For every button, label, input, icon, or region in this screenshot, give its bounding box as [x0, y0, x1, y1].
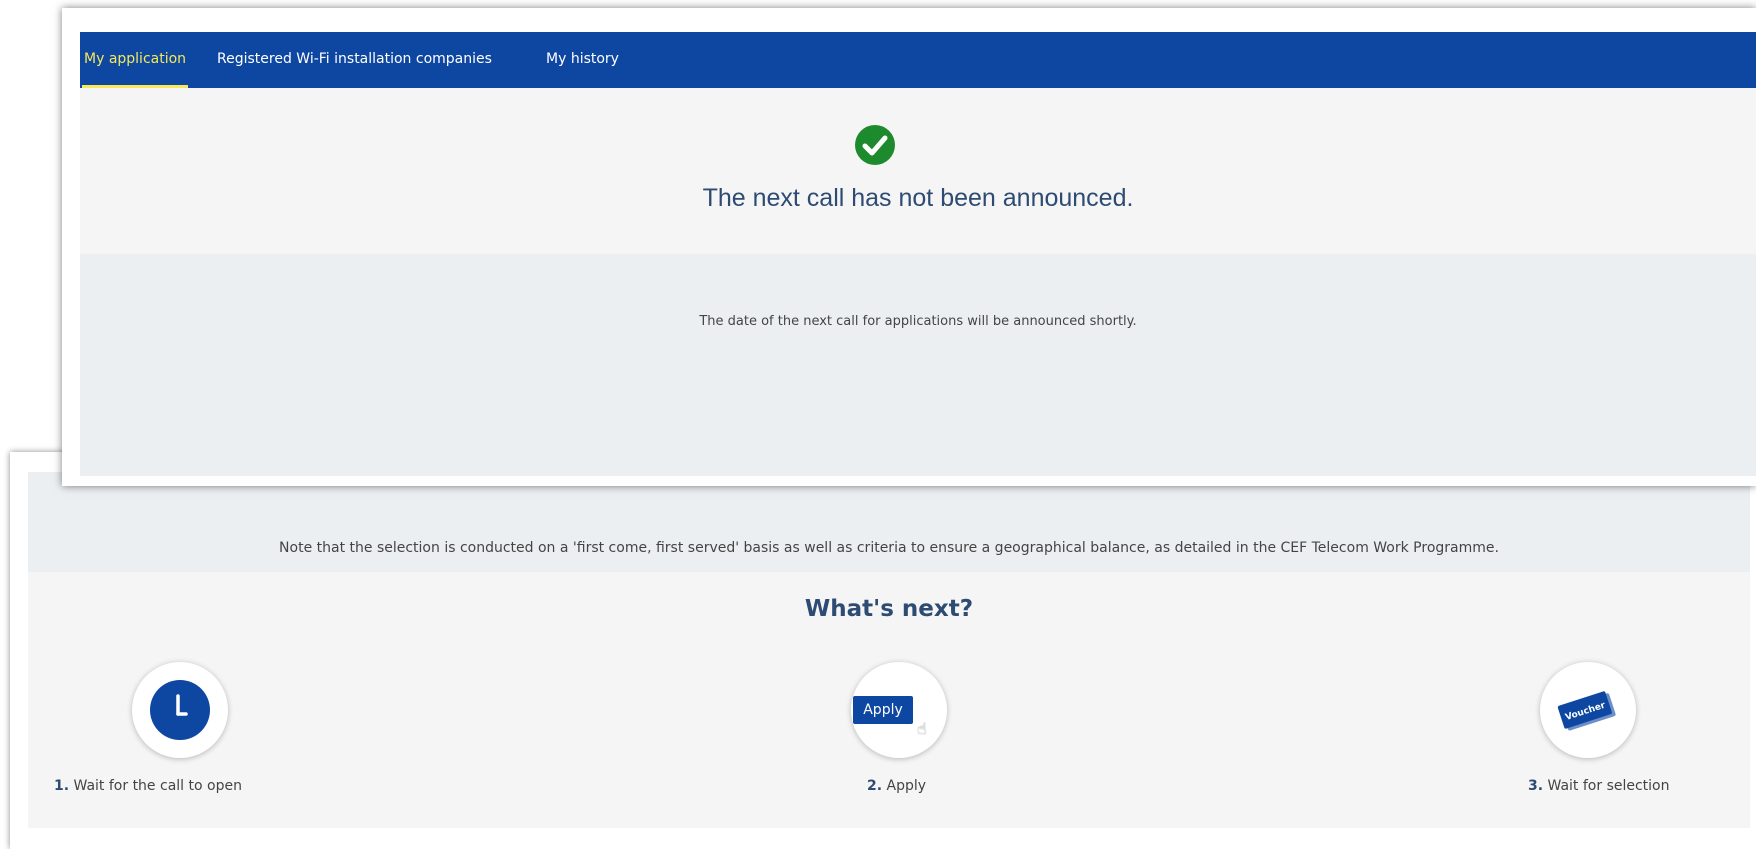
info-section: The date of the next call for applicatio…	[80, 254, 1756, 476]
hand-cursor-icon: ☝	[917, 719, 927, 738]
voucher-icon: Voucher	[1540, 662, 1636, 758]
step-3-label: 3. Wait for selection	[1528, 778, 1670, 794]
check-circle-icon	[855, 125, 895, 165]
step-2-label: 2. Apply	[867, 778, 927, 794]
info-text: The date of the next call for applicatio…	[699, 314, 1137, 329]
whats-next-panel: Note that the selection is conducted on …	[10, 452, 1756, 849]
whats-next-title: What's next?	[804, 596, 974, 622]
tab-registered-wifi-companies[interactable]: Registered Wi-Fi installation companies	[217, 32, 492, 88]
tab-my-history[interactable]: My history	[546, 32, 619, 88]
application-status-panel: My application Registered Wi-Fi installa…	[62, 8, 1756, 486]
step-1-label: 1. Wait for the call to open	[54, 778, 242, 794]
clock-icon	[132, 662, 228, 758]
step-wait-for-call: 1. Wait for the call to open	[48, 662, 348, 812]
step-wait-for-selection: Voucher 3. Wait for selection	[1424, 662, 1724, 812]
status-title: The next call has not been announced.	[702, 184, 1134, 212]
top-nav-bar: My application Registered Wi-Fi installa…	[80, 32, 1756, 88]
whats-next-section: What's next? 1. Wait for the call to ope…	[28, 572, 1750, 828]
apply-button-icon: Apply ☝	[851, 662, 947, 758]
tab-my-application[interactable]: My application	[82, 32, 189, 88]
selection-note-section: Note that the selection is conducted on …	[28, 472, 1750, 572]
step-apply: Apply ☝ 2. Apply	[737, 662, 1037, 812]
selection-note-text: Note that the selection is conducted on …	[279, 540, 1499, 556]
status-section: The next call has not been announced.	[80, 88, 1756, 254]
